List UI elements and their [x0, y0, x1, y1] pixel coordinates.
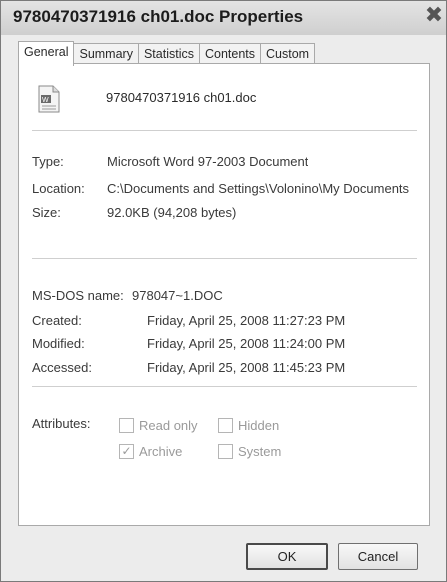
check-icon: ✓: [121, 444, 132, 458]
attributes-label: Attributes:: [32, 416, 91, 431]
tab-general[interactable]: General: [18, 41, 75, 66]
title-bar[interactable]: 9780470371916 ch01.doc Properties ✖: [1, 1, 446, 35]
created-label: Created:: [32, 313, 82, 328]
close-icon[interactable]: ✖: [423, 3, 445, 29]
location-label: Location:: [32, 181, 85, 196]
tab-custom[interactable]: Custom: [260, 43, 316, 64]
file-name: 9780470371916 ch01.doc: [106, 90, 257, 105]
read-only-label[interactable]: Read only: [139, 418, 198, 433]
archive-checkbox[interactable]: ✓: [119, 444, 134, 459]
window-title: 9780470371916 ch01.doc Properties: [13, 7, 304, 26]
hidden-checkbox[interactable]: [218, 418, 233, 433]
accessed-value: Friday, April 25, 2008 11:45:23 PM: [147, 360, 346, 375]
separator: [32, 258, 417, 259]
svg-text:W: W: [42, 97, 49, 104]
tab-bar: General Summary Statistics Contents Cust…: [18, 41, 316, 66]
system-checkbox[interactable]: [218, 444, 233, 459]
separator: [32, 130, 417, 131]
created-value: Friday, April 25, 2008 11:27:23 PM: [147, 313, 346, 328]
general-tab-panel: W 9780470371916 ch01.doc Type: Microsoft…: [18, 63, 430, 526]
word-document-icon: W: [38, 85, 60, 113]
msdos-name-value: 978047~1.DOC: [132, 288, 223, 303]
separator: [32, 386, 417, 387]
type-value: Microsoft Word 97-2003 Document: [107, 154, 309, 169]
read-only-checkbox[interactable]: [119, 418, 134, 433]
size-label: Size:: [32, 205, 61, 220]
tab-summary[interactable]: Summary: [73, 43, 139, 64]
size-value: 92.0KB (94,208 bytes): [107, 205, 237, 220]
hidden-label[interactable]: Hidden: [238, 418, 279, 433]
ok-button[interactable]: OK: [246, 543, 328, 570]
properties-window: 9780470371916 ch01.doc Properties ✖ Gene…: [0, 0, 447, 582]
tab-statistics[interactable]: Statistics: [137, 43, 200, 64]
tab-contents[interactable]: Contents: [198, 43, 262, 64]
modified-value: Friday, April 25, 2008 11:24:00 PM: [147, 336, 346, 351]
accessed-label: Accessed:: [32, 360, 92, 375]
msdos-name-label: MS-DOS name:: [32, 288, 124, 303]
archive-label[interactable]: Archive: [139, 444, 182, 459]
modified-label: Modified:: [32, 336, 85, 351]
type-label: Type:: [32, 154, 64, 169]
cancel-button[interactable]: Cancel: [338, 543, 418, 570]
location-value: C:\Documents and Settings\Volonino\My Do…: [107, 181, 410, 196]
system-label[interactable]: System: [238, 444, 281, 459]
